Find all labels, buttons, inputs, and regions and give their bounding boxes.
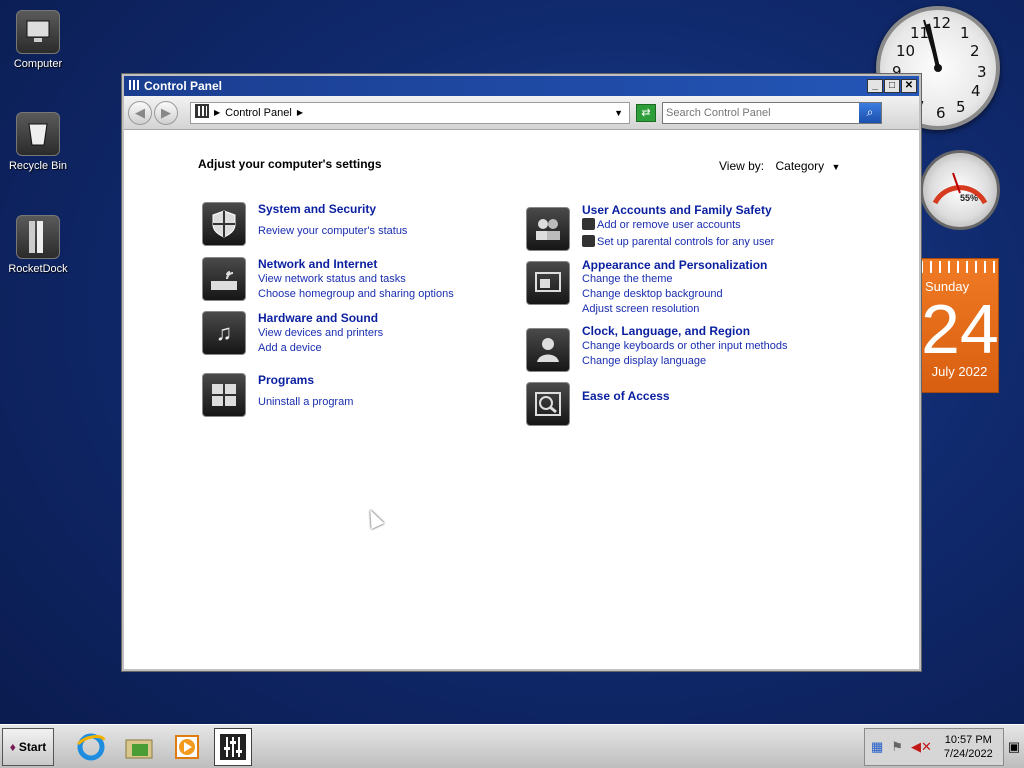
folder-icon (125, 739, 153, 758)
meter-percent: 55% (960, 193, 979, 203)
category-title[interactable]: Clock, Language, and Region (582, 324, 787, 338)
category-title[interactable]: Hardware and Sound (258, 311, 383, 325)
desktop-icon-label: Recycle Bin (8, 160, 68, 172)
main-content: Adjust your computer's settings View by:… (124, 130, 919, 669)
window-title: Control Panel (144, 79, 223, 93)
users-icon[interactable] (526, 207, 570, 251)
windows-logo-icon: ♦ (9, 739, 16, 754)
view-by-dropdown[interactable]: Category (775, 159, 824, 173)
navigation-toolbar: ◀ ▶ ▶ Control Panel ▶ ▼ ⇄ ⌕ (124, 96, 919, 130)
maximize-button[interactable]: □ (884, 79, 900, 93)
rocketdock-icon (16, 215, 60, 259)
media-player-icon (175, 734, 199, 759)
recycle-bin-icon (16, 112, 60, 156)
internet-explorer-icon (76, 733, 106, 760)
category-link[interactable]: Set up parental controls for any user (582, 235, 774, 250)
desktop-icon-rocketdock[interactable]: RocketDock (0, 215, 76, 275)
person-clock-icon[interactable] (526, 328, 570, 372)
shield-icon[interactable] (202, 202, 246, 246)
clock-display[interactable]: 10:57 PM 7/24/2022 (944, 733, 993, 761)
category-title[interactable]: Appearance and Personalization (582, 258, 767, 272)
category-title[interactable]: System and Security (258, 202, 407, 216)
desktop-icon-recycle-bin[interactable]: Recycle Bin (0, 112, 76, 172)
category-link[interactable]: Change desktop background (582, 287, 767, 302)
shield-small-icon (582, 235, 595, 247)
meter-dial-icon (932, 172, 988, 205)
category-link[interactable]: Uninstall a program (258, 395, 353, 410)
calendar-rings (921, 261, 998, 273)
category-link[interactable]: Adjust screen resolution (582, 302, 767, 317)
search-input[interactable] (663, 106, 859, 119)
shield-small-icon (582, 218, 595, 230)
action-center-icon[interactable]: ⚑ (891, 739, 903, 755)
search-icon[interactable]: ⌕ (859, 102, 881, 123)
chevron-down-icon[interactable]: ▼ (832, 162, 841, 172)
taskbar: ♦ Start ▦ ⚑ ◀✕ 10:57 PM 7/24/2022 ▣ (0, 724, 1024, 768)
router-icon[interactable] (202, 257, 246, 301)
category-title[interactable]: Network and Internet (258, 257, 454, 271)
category-title[interactable]: User Accounts and Family Safety (582, 203, 774, 217)
close-button[interactable]: ✕ (901, 79, 917, 93)
category-link[interactable]: Review your computer's status (258, 224, 407, 239)
calendar-month: July 2022 (931, 364, 988, 379)
refresh-button[interactable]: ⇄ (636, 103, 656, 122)
taskbar-control-panel[interactable] (214, 727, 252, 766)
category-title[interactable]: Ease of Access (582, 389, 670, 403)
desktop-icon-label: RocketDock (8, 263, 68, 275)
category-link[interactable]: Choose homegroup and sharing options (258, 287, 454, 302)
category-link[interactable]: Change the theme (582, 272, 767, 287)
category-link[interactable]: Add a device (258, 341, 383, 356)
breadcrumb-arrow-icon[interactable]: ▶ (214, 108, 220, 117)
breadcrumb-control-panel[interactable]: Control Panel (225, 107, 292, 119)
back-button[interactable]: ◀ (128, 100, 152, 125)
network-tray-icon[interactable]: ▦ (871, 739, 883, 755)
category-link[interactable]: Change keyboards or other input methods (582, 339, 787, 354)
minimize-button[interactable]: _ (867, 79, 883, 93)
start-button[interactable]: ♦ Start (2, 727, 54, 766)
category-link[interactable]: Add or remove user accounts (582, 218, 774, 233)
taskbar-file-explorer[interactable] (120, 728, 158, 766)
breadcrumb-arrow-icon[interactable]: ▶ (297, 108, 303, 117)
calendar-gadget[interactable]: Sunday 24 July 2022 (920, 258, 999, 393)
tray-time: 10:57 PM (944, 733, 992, 746)
taskbar-media-player[interactable] (168, 728, 206, 766)
desktop-icon-label: Computer (13, 58, 63, 70)
address-bar[interactable]: ▶ Control Panel ▶ ▼ (190, 101, 630, 124)
page-title: Adjust your computer's settings (198, 157, 382, 171)
control-panel-icon (195, 104, 209, 121)
search-box[interactable]: ⌕ (662, 101, 882, 124)
chevron-down-icon[interactable]: ▼ (614, 108, 623, 118)
category-link[interactable]: Change display language (582, 354, 787, 369)
taskbar-internet-explorer[interactable] (72, 728, 110, 766)
view-by-label: View by: (719, 159, 765, 173)
volume-muted-icon[interactable]: ◀✕ (911, 739, 932, 755)
category-title[interactable]: Programs (258, 373, 353, 387)
view-by: View by: Category ▼ (719, 159, 840, 173)
cpu-meter-gadget[interactable]: 55% (920, 150, 1000, 230)
forward-button[interactable]: ▶ (154, 100, 178, 125)
music-note-icon[interactable]: ♫ (202, 311, 246, 355)
display-icon[interactable] (526, 261, 570, 305)
calendar-date: 24 (921, 290, 999, 368)
system-tray: ▦ ⚑ ◀✕ 10:57 PM 7/24/2022 (864, 727, 1004, 766)
control-panel-window: Control Panel _ □ ✕ ◀ ▶ ▶ Control Panel … (122, 74, 921, 671)
start-label: Start (18, 739, 47, 754)
control-panel-icon (128, 79, 140, 94)
desktop-icon-computer[interactable]: Computer (0, 10, 76, 70)
category-link[interactable]: View devices and printers (258, 326, 383, 341)
title-bar[interactable]: Control Panel _ □ ✕ (124, 76, 919, 96)
windows-logo-icon[interactable] (202, 373, 246, 417)
category-link[interactable]: View network status and tasks (258, 272, 454, 287)
computer-icon (16, 10, 60, 54)
magnifier-icon[interactable] (526, 382, 570, 426)
show-desktop-button[interactable]: ▣ (1004, 728, 1024, 766)
control-panel-icon (220, 733, 246, 760)
tray-date: 7/24/2022 (943, 747, 993, 760)
